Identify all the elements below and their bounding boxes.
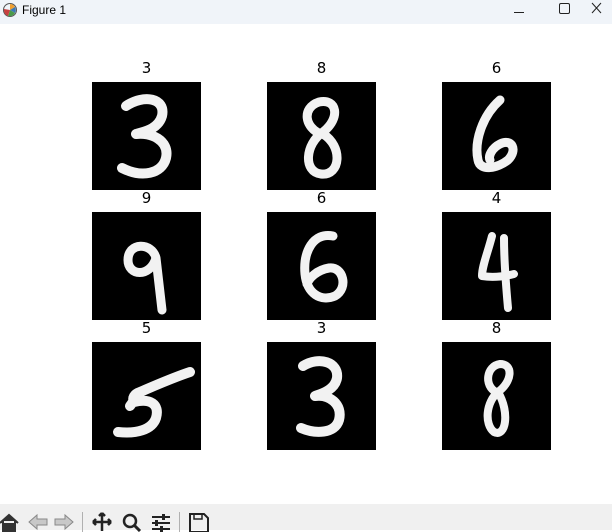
navigation-toolbar bbox=[0, 504, 612, 532]
digit-image bbox=[442, 212, 551, 320]
subplot-title: 6 bbox=[491, 59, 502, 77]
configure-subplots-icon[interactable] bbox=[149, 510, 173, 532]
pan-icon[interactable] bbox=[90, 510, 114, 532]
figure-canvas[interactable]: 3 8 6 9 6 4 5 3 8 bbox=[0, 24, 612, 504]
digit-image bbox=[267, 212, 376, 320]
zoom-icon[interactable] bbox=[120, 510, 144, 532]
subplot-title: 6 bbox=[316, 189, 327, 207]
digit-image bbox=[92, 82, 201, 190]
maximize-button[interactable] bbox=[541, 0, 587, 24]
subplot-title: 8 bbox=[316, 59, 327, 77]
digit-image bbox=[92, 212, 201, 320]
window-titlebar[interactable]: Figure 1 bbox=[0, 0, 612, 24]
digit-image bbox=[267, 82, 376, 190]
close-button[interactable] bbox=[586, 0, 612, 24]
digit-image bbox=[92, 342, 201, 450]
minimize-button[interactable] bbox=[496, 0, 542, 24]
digit-image bbox=[442, 342, 551, 450]
subplot-title: 9 bbox=[141, 189, 152, 207]
home-icon[interactable] bbox=[0, 510, 22, 532]
save-icon[interactable] bbox=[187, 510, 211, 532]
digit-image bbox=[267, 342, 376, 450]
subplot-title: 5 bbox=[141, 319, 152, 337]
toolbar-separator bbox=[179, 512, 180, 532]
matplotlib-icon bbox=[2, 2, 18, 18]
digit-image bbox=[442, 82, 551, 190]
toolbar-separator bbox=[82, 512, 83, 532]
subplot-title: 3 bbox=[141, 59, 152, 77]
subplot-title: 3 bbox=[316, 319, 327, 337]
forward-arrow-icon[interactable] bbox=[52, 510, 76, 532]
subplot-title: 4 bbox=[491, 189, 502, 207]
subplot-title: 8 bbox=[491, 319, 502, 337]
back-arrow-icon[interactable] bbox=[26, 510, 50, 532]
window-title: Figure 1 bbox=[22, 3, 67, 17]
